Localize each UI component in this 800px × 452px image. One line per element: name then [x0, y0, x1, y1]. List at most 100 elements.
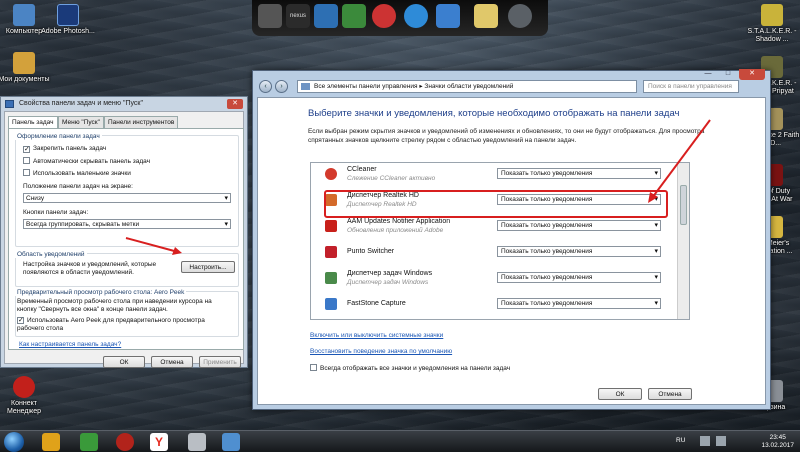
always-show-checkbox[interactable]: Всегда отображать все значки и уведомлен…: [310, 364, 510, 372]
close-button[interactable]: ✕: [227, 99, 243, 109]
app-subtitle: Слежение CCleaner активно: [347, 175, 436, 182]
apply-button[interactable]: Применить: [199, 356, 241, 368]
lock-taskbar-checkbox[interactable]: ✓ Закрепить панель задач: [23, 145, 106, 153]
mail-icon[interactable]: [314, 4, 338, 28]
notes-icon[interactable]: [474, 4, 498, 28]
app-name: Punto Switcher: [347, 248, 395, 255]
task-manager-icon: [325, 272, 337, 284]
navigation-bar: ‹ › Все элементы панели управления ▸ Зна…: [257, 79, 766, 95]
top-dock: nexus: [252, 0, 548, 36]
breadcrumb-item[interactable]: Все элементы панели управления: [314, 83, 418, 90]
volume-tray-icon[interactable]: [716, 436, 726, 446]
position-select[interactable]: Снизу: [23, 193, 231, 203]
dialog-title: Свойства панели задач и меню "Пуск": [19, 100, 143, 107]
start-button[interactable]: [4, 432, 24, 452]
buttons-select[interactable]: Всегда группировать, скрывать метки: [23, 219, 231, 229]
checkbox-box: ✓: [17, 317, 24, 324]
network-icon[interactable]: [80, 433, 98, 451]
adobe-icon: [325, 220, 337, 232]
desktop-icon-connect-manager[interactable]: Коннект Менеджер: [0, 376, 52, 416]
language-indicator[interactable]: RU: [676, 437, 685, 444]
list-item: FastStone Capture Показать только уведом…: [311, 293, 677, 319]
small-icons-checkbox[interactable]: Использовать маленькие значки: [23, 169, 131, 177]
checkbox-box: [310, 364, 317, 371]
breadcrumb-item[interactable]: Значки области уведомлений: [424, 83, 513, 90]
highlight-box: [324, 190, 668, 218]
ok-button[interactable]: ОК: [103, 356, 145, 368]
documents-icon: [13, 52, 35, 74]
cancel-button[interactable]: Отмена: [151, 356, 193, 368]
list-item: AAM Updates Notifier Application Обновле…: [311, 215, 677, 241]
aero-peek-desc: Временный просмотр рабочего стола при на…: [17, 298, 212, 313]
desktop-icon-photoshop[interactable]: Adobe Photosh...: [40, 4, 96, 36]
yandex-icon[interactable]: Y: [150, 433, 168, 451]
desktop-icon-label: Мои документы: [0, 76, 50, 83]
help-link[interactable]: Как настраивается панель задач?: [19, 341, 121, 348]
nexus-icon[interactable]: nexus: [286, 4, 310, 28]
behavior-select[interactable]: Показать только уведомления: [497, 298, 661, 309]
network-tray-icon[interactable]: [700, 436, 710, 446]
clock-date: 13.02.2017: [761, 442, 794, 449]
system-icons-link[interactable]: Включить или выключить системные значки: [310, 332, 443, 339]
desktop-icon-label: Коннект Менеджер: [7, 400, 41, 415]
app-subtitle: Диспетчер задач Windows: [347, 279, 429, 286]
dock-app-icon[interactable]: [258, 4, 282, 28]
checkbox-label: Всегда отображать все значки и уведомлен…: [320, 365, 511, 372]
search-input[interactable]: Поиск в панели управления: [643, 80, 739, 93]
notification-group-title: Область уведомлений: [15, 251, 87, 258]
app-name: CCleaner: [347, 166, 377, 173]
taskbar: Y RU 23:45 13.02.2017: [0, 430, 800, 452]
checkbox-label: Использовать Aero Peek для предварительн…: [17, 317, 205, 332]
behavior-select[interactable]: Показать только уведомления: [497, 246, 661, 257]
list-item: Диспетчер задач Windows Диспетчер задач …: [311, 267, 677, 293]
clock-time: 23:45: [769, 434, 786, 441]
dialog-body: Панель задач Меню "Пуск" Панели инструме…: [4, 111, 244, 368]
punto-icon: [325, 246, 337, 258]
window-ok-button[interactable]: ОК: [598, 388, 642, 400]
address-bar[interactable]: Все элементы панели управления ▸ Значки …: [297, 80, 637, 93]
aimp-icon[interactable]: [42, 433, 60, 451]
behavior-select[interactable]: Показать только уведомления: [497, 220, 661, 231]
clock[interactable]: 23:45 13.02.2017: [761, 434, 794, 450]
checkbox-label: Закрепить панель задач: [33, 145, 107, 152]
checkbox-box: ✓: [23, 146, 30, 153]
tab-start-menu[interactable]: Меню "Пуск": [58, 116, 104, 128]
app-name: FastStone Capture: [347, 300, 406, 307]
dialog-titlebar[interactable]: Свойства панели задач и меню "Пуск" ✕: [1, 97, 247, 111]
clock-icon[interactable]: [404, 4, 428, 28]
forward-button[interactable]: ›: [275, 80, 288, 93]
autohide-taskbar-checkbox[interactable]: Автоматически скрывать панель задач: [23, 157, 150, 165]
scrollbar-thumb[interactable]: [680, 185, 687, 225]
list-scrollbar[interactable]: [677, 163, 689, 319]
list-item: CCleaner Слежение CCleaner активно Показ…: [311, 163, 677, 189]
gear-red-icon[interactable]: [116, 433, 134, 451]
ie-icon[interactable]: [436, 4, 460, 28]
globe-icon[interactable]: [508, 4, 532, 28]
customize-button[interactable]: Настроить...: [181, 261, 235, 273]
control-panel-icon[interactable]: [222, 433, 240, 451]
ccleaner-icon: [325, 168, 337, 180]
aero-peek-checkbox[interactable]: ✓ Использовать Aero Peek для предваритель…: [17, 317, 233, 332]
stalker-icon: [761, 4, 783, 26]
file-icon[interactable]: [188, 433, 206, 451]
window-cancel-button[interactable]: Отмена: [648, 388, 692, 400]
restore-defaults-link[interactable]: Восстановить поведение значка по умолчан…: [310, 348, 452, 355]
app-name: AAM Updates Notifier Application: [347, 218, 451, 225]
buttons-label: Кнопки панели задач:: [23, 209, 89, 216]
behavior-select[interactable]: Показать только уведомления: [497, 272, 661, 283]
app-name: Диспетчер задач Windows: [347, 270, 433, 277]
back-button[interactable]: ‹: [259, 80, 272, 93]
appearance-group-title: Оформление панели задач: [15, 133, 102, 140]
desktop-icon-stalker-shadow[interactable]: S.T.A.L.K.E.R. - Shadow ...: [744, 4, 800, 44]
ccleaner-icon[interactable]: [372, 4, 396, 28]
desktop-icon-label: S.T.A.L.K.E.R. - Shadow ...: [747, 28, 797, 43]
taskbar-properties-dialog: Свойства панели задач и меню "Пуск" ✕ Па…: [0, 96, 248, 368]
equalizer-icon[interactable]: [342, 4, 366, 28]
checkbox-box: [23, 169, 30, 176]
checkbox-label: Использовать маленькие значки: [33, 170, 131, 177]
notification-icons-window: — □ ✕ ‹ › Все элементы панели управления…: [252, 69, 771, 410]
desktop-icon-documents[interactable]: Мои документы: [0, 52, 52, 84]
tab-toolbars[interactable]: Панели инструментов: [104, 116, 179, 128]
list-item: Punto Switcher Показать только уведомлен…: [311, 241, 677, 267]
behavior-select[interactable]: Показать только уведомления: [497, 168, 661, 179]
